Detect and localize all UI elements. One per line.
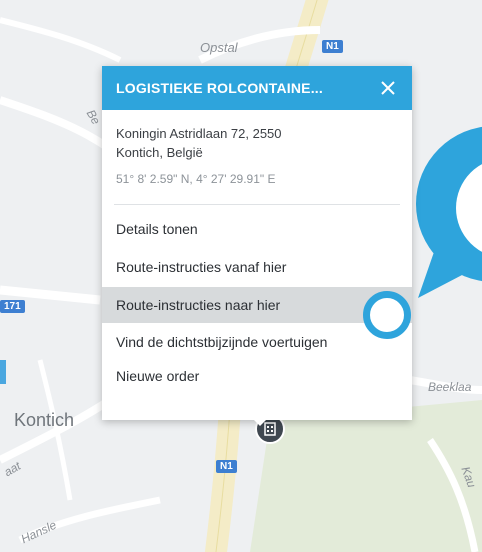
popup-pointer: [252, 418, 268, 426]
popup-coordinates: 51° 8' 2.59" N, 4° 27' 29.91" E: [116, 172, 276, 186]
menu-item-new-order[interactable]: Nieuwe order: [102, 361, 412, 391]
popup-title: LOGISTIEKE ROLCONTAINE...: [116, 80, 323, 96]
road-badge-n1-top: N1: [322, 40, 343, 53]
menu-item-details[interactable]: Details tonen: [102, 213, 412, 245]
menu-item-nearest-vehicles[interactable]: Vind de dichtstbijzijnde voertuigen: [102, 323, 412, 361]
location-popup: LOGISTIEKE ROLCONTAINE... Koningin Astri…: [102, 66, 412, 420]
map-label-beeklaan: Beeklaa: [428, 380, 472, 394]
popup-header: LOGISTIEKE ROLCONTAINE...: [102, 66, 412, 110]
callout-bubble-icon: [416, 126, 482, 298]
cursor-ring-indicator: [363, 291, 411, 339]
popup-divider: [114, 204, 400, 205]
close-button[interactable]: [378, 78, 398, 98]
menu-item-route-from-here[interactable]: Route-instructies vanaf hier: [102, 251, 412, 283]
map-label-opstal: Opstal: [200, 40, 238, 55]
address-line-1: Koningin Astridlaan 72, 2550: [116, 126, 282, 141]
road-badge-n1-bottom: N1: [216, 460, 237, 473]
popup-address: Koningin Astridlaan 72, 2550 Kontich, Be…: [102, 110, 412, 162]
map-label-kontich: Kontich: [14, 410, 75, 430]
close-icon: [381, 81, 395, 95]
road-badge-171: 171: [0, 300, 25, 313]
address-line-2: Kontich, België: [116, 145, 203, 160]
